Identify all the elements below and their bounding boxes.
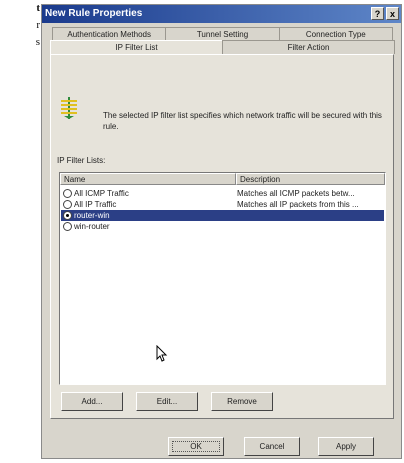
tab-authentication-methods[interactable]: Authentication Methods bbox=[52, 27, 167, 41]
radio-button-selected[interactable] bbox=[63, 211, 72, 220]
row-name: All IP Traffic bbox=[74, 200, 117, 209]
tab-row-front: IP Filter List Filter Action bbox=[50, 40, 395, 56]
side-text-line: t bbox=[36, 2, 40, 14]
help-button[interactable]: ? bbox=[371, 7, 384, 20]
tab-tunnel-setting[interactable]: Tunnel Setting bbox=[165, 27, 280, 41]
row-name: router-win bbox=[74, 211, 110, 220]
close-button[interactable]: x bbox=[386, 7, 399, 20]
list-row[interactable]: All IP Traffic Matches all IP packets fr… bbox=[61, 199, 384, 210]
list-header: Name Description bbox=[60, 173, 385, 185]
radio-button[interactable] bbox=[63, 200, 72, 209]
ok-button[interactable]: OK bbox=[168, 437, 224, 456]
rule-properties-dialog: New Rule Properties ? x Authentication M… bbox=[41, 4, 402, 459]
tab-panel: The selected IP filter list specifies wh… bbox=[50, 54, 394, 419]
filter-description: The selected IP filter list specifies wh… bbox=[103, 111, 382, 131]
row-description: Matches all IP packets from this ... bbox=[237, 200, 359, 209]
row-description: Matches all ICMP packets betw... bbox=[237, 189, 355, 198]
apply-button[interactable]: Apply bbox=[318, 437, 374, 456]
column-header-description[interactable]: Description bbox=[236, 173, 385, 185]
radio-button[interactable] bbox=[63, 189, 72, 198]
title-bar[interactable]: New Rule Properties ? x bbox=[42, 5, 401, 23]
document-side-text: t r s bbox=[0, 0, 40, 51]
window-title: New Rule Properties bbox=[45, 8, 143, 19]
row-name: All ICMP Traffic bbox=[74, 189, 129, 198]
edit-button[interactable]: Edit... bbox=[136, 392, 198, 411]
tab-connection-type[interactable]: Connection Type bbox=[278, 27, 393, 41]
side-text-line: r bbox=[36, 19, 40, 31]
row-name: win-router bbox=[74, 222, 110, 231]
remove-button[interactable]: Remove bbox=[211, 392, 273, 411]
add-button[interactable]: Add... bbox=[61, 392, 123, 411]
side-text-line: s bbox=[35, 36, 40, 48]
radio-button[interactable] bbox=[63, 222, 72, 231]
filter-list-icon bbox=[61, 97, 77, 119]
list-row-selected[interactable]: router-win bbox=[61, 210, 384, 221]
list-row[interactable]: win-router bbox=[61, 221, 384, 232]
mouse-pointer-icon bbox=[156, 345, 168, 362]
tab-row-back: Authentication Methods Tunnel Setting Co… bbox=[52, 27, 393, 41]
tab-filter-action[interactable]: Filter Action bbox=[222, 40, 395, 54]
column-header-name[interactable]: Name bbox=[60, 173, 236, 185]
filter-list-view[interactable]: Name Description All ICMP Traffic Matche… bbox=[59, 172, 386, 385]
cancel-button[interactable]: Cancel bbox=[244, 437, 300, 456]
list-row[interactable]: All ICMP Traffic Matches all ICMP packet… bbox=[61, 188, 384, 199]
filter-lists-label: IP Filter Lists: bbox=[57, 156, 106, 165]
